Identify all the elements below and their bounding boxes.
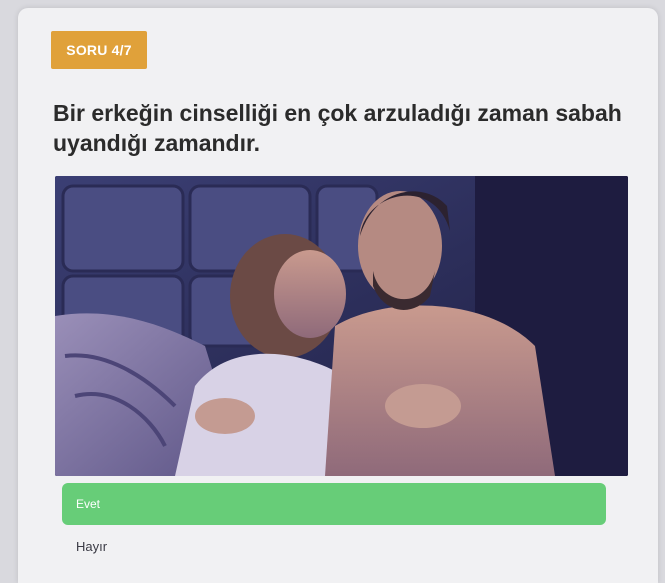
quiz-card: SORU 4/7 Bir erkeğin cinselliği en çok a… bbox=[18, 8, 658, 583]
answer-option-no-label: Hayır bbox=[76, 538, 108, 554]
answer-option-yes[interactable]: Evet bbox=[62, 483, 606, 525]
question-counter-badge: SORU 4/7 bbox=[51, 31, 147, 69]
answer-option-no[interactable]: Hayır bbox=[62, 526, 606, 566]
answer-option-yes-label: Evet bbox=[76, 497, 101, 511]
question-text: Bir erkeğin cinselliği en çok arzuladığı… bbox=[53, 100, 622, 156]
question-image bbox=[55, 176, 628, 476]
